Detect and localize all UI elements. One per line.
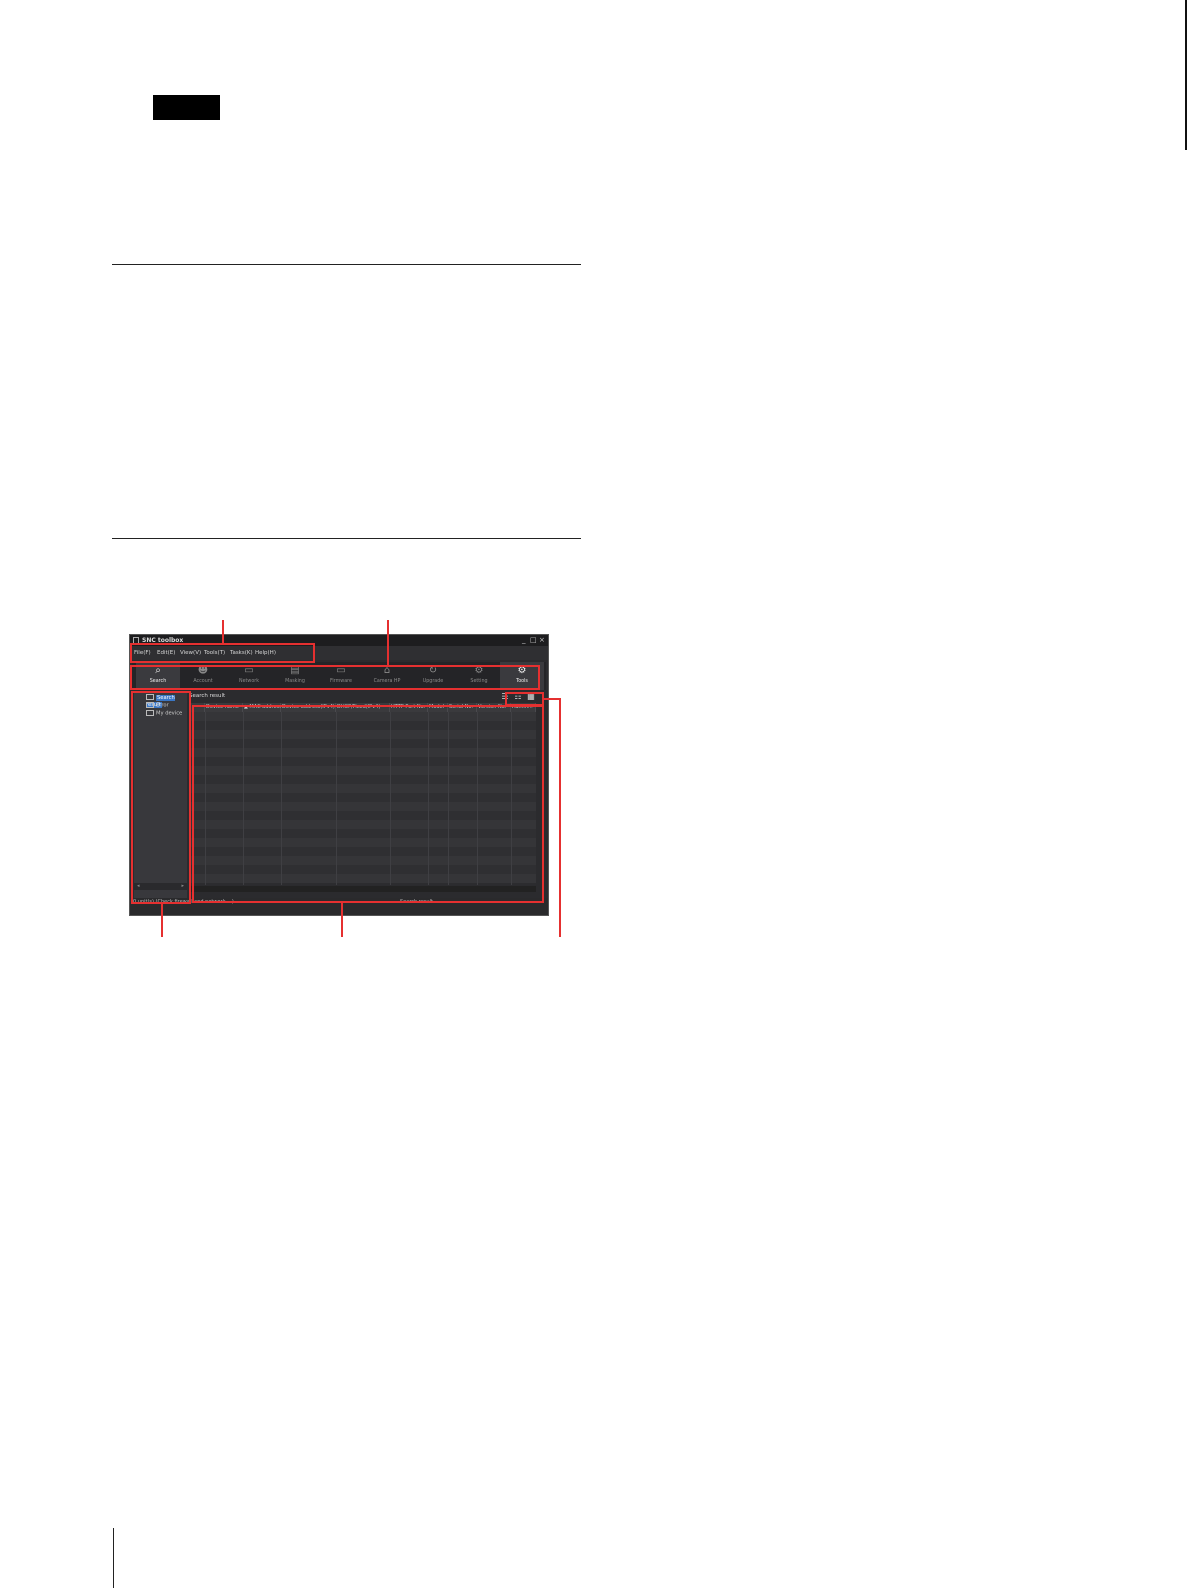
- leader-line-tree: [161, 903, 163, 937]
- leader-line-table: [341, 902, 343, 937]
- note-label-box: [153, 95, 220, 120]
- callout-device-tree: [131, 691, 191, 904]
- section-rule-top: [112, 264, 581, 265]
- maximize-icon[interactable]: □: [530, 635, 537, 646]
- page-edge-marker: [1185, 0, 1187, 150]
- callout-menu-bar: [130, 643, 315, 663]
- callout-view-buttons: [505, 692, 544, 706]
- callout-toolbar: [130, 665, 540, 690]
- minimize-icon[interactable]: _: [522, 635, 526, 646]
- leader-line-toolbar: [387, 620, 389, 666]
- leader-line-view-horizontal: [544, 698, 560, 700]
- callout-results-table: [192, 705, 544, 903]
- page-margin-rule: [113, 1528, 114, 1588]
- close-icon[interactable]: ×: [539, 635, 545, 646]
- leader-line-menu: [222, 620, 224, 644]
- search-result-label: Search result: [189, 693, 226, 699]
- section-rule-bottom: [112, 538, 581, 539]
- leader-line-view-vertical: [559, 698, 561, 937]
